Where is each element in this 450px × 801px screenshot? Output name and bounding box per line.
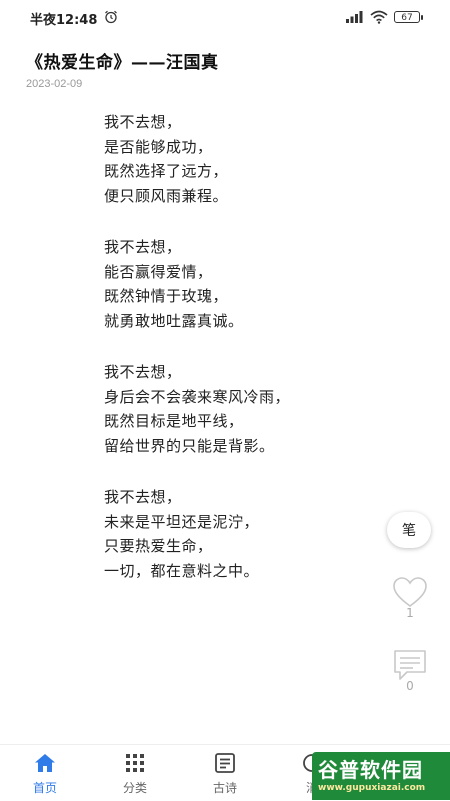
poem-line: 既然钟情于玫瑰， <box>104 287 229 305</box>
article-date: 2023-02-09 <box>26 78 83 90</box>
battery-indicator: 67 <box>394 11 423 23</box>
poem-body: 我不去想， 是否能够成功， 既然选择了远方， 便只顾风雨兼程。 我不去想， 能否… <box>104 110 364 610</box>
poem-line: 身后会不会袭来寒风冷雨， <box>104 387 291 406</box>
comment-icon[interactable] <box>391 648 429 682</box>
status-time: 半夜12:48 <box>30 13 98 28</box>
poem-stanza: 我不去想， 是否能够成功， 既然选择了远方， 便只顾风雨兼程。 <box>104 110 364 208</box>
poem-line: 只要热爱生命， <box>104 537 213 555</box>
nav-label: 古诗 <box>212 781 237 795</box>
poem-line: 一切，都在意料之中。 <box>104 561 260 580</box>
poem-stanza: 我不去想， 能否赢得爱情， 既然钟情于玫瑰， 就勇敢地吐露真诚。 <box>104 235 364 333</box>
like-count: 1 <box>406 606 414 620</box>
poem-line: 我不去想， <box>104 488 182 506</box>
watermark-url: www.gupuxiazai.com <box>318 783 426 793</box>
nav-item-category[interactable]: 分类 <box>105 745 165 801</box>
pen-button[interactable]: 笔 <box>387 512 431 548</box>
poem-line: 就勇敢地吐露真诚。 <box>104 311 244 330</box>
poem-line: 未来是平坦还是泥泞， <box>104 512 260 531</box>
poem-line: 既然选择了远方， <box>104 162 229 180</box>
signal-icon <box>346 11 363 23</box>
nav-item-home[interactable]: 首页 <box>15 745 75 801</box>
nav-label: 首页 <box>32 781 57 795</box>
poem-line: 便只顾风雨兼程。 <box>104 186 229 205</box>
nav-item-poems[interactable]: 古诗 <box>195 745 255 801</box>
poem-line: 留给世界的只能是背影。 <box>104 436 275 455</box>
home-icon <box>35 754 55 772</box>
poem-line: 能否赢得爱情， <box>104 262 213 281</box>
grid-icon <box>126 754 144 772</box>
alarm-icon <box>105 10 117 24</box>
poem-stanza: 我不去想， 身后会不会袭来寒风冷雨， 既然目标是地平线， 留给世界的只能是背影。 <box>104 360 364 458</box>
nav-label: 分类 <box>122 781 147 795</box>
status-bar: 半夜12:48 67 <box>0 0 450 36</box>
comment-count: 0 <box>406 679 414 693</box>
wifi-icon <box>370 10 388 24</box>
watermark-title: 谷普软件园 <box>318 758 423 782</box>
article-title: 《热爱生命》——汪国真 <box>26 53 219 73</box>
watermark-logo: 谷普软件园 www.gupuxiazai.com <box>312 752 450 800</box>
document-icon <box>215 753 235 773</box>
poem-stanza: 我不去想， 未来是平坦还是泥泞， 只要热爱生命， 一切，都在意料之中。 <box>104 485 364 583</box>
poem-line: 我不去想， <box>104 363 182 381</box>
poem-line: 是否能够成功， <box>104 137 213 156</box>
poem-line: 我不去想， <box>104 238 182 256</box>
heart-icon[interactable] <box>391 575 429 609</box>
poem-line: 我不去想， <box>104 113 182 131</box>
poem-line: 既然目标是地平线， <box>104 412 244 430</box>
